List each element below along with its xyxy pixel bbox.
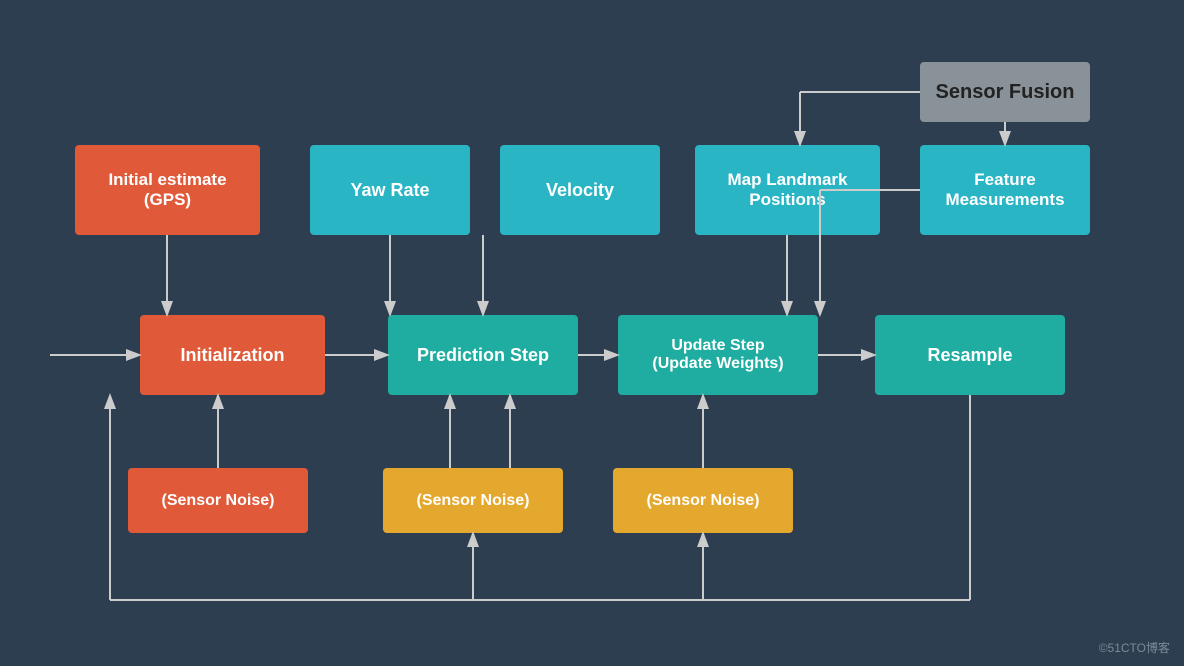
- sensor-noise-3-box: (Sensor Noise): [613, 468, 793, 533]
- initialization-box: Initialization: [140, 315, 325, 395]
- resample-box: Resample: [875, 315, 1065, 395]
- sensor-noise-2-box: (Sensor Noise): [383, 468, 563, 533]
- velocity-box: Velocity: [500, 145, 660, 235]
- yaw-rate-box: Yaw Rate: [310, 145, 470, 235]
- watermark: ©51CTO博客: [1099, 639, 1170, 656]
- feature-measurements-box: Feature Measurements: [920, 145, 1090, 235]
- sensor-noise-1-box: (Sensor Noise): [128, 468, 308, 533]
- initial-estimate-box: Initial estimate (GPS): [75, 145, 260, 235]
- sensor-fusion-box: Sensor Fusion: [920, 62, 1090, 122]
- diagram: Sensor Fusion Initial estimate (GPS) Yaw…: [0, 0, 1184, 666]
- map-landmark-box: Map Landmark Positions: [695, 145, 880, 235]
- prediction-step-box: Prediction Step: [388, 315, 578, 395]
- update-step-box: Update Step (Update Weights): [618, 315, 818, 395]
